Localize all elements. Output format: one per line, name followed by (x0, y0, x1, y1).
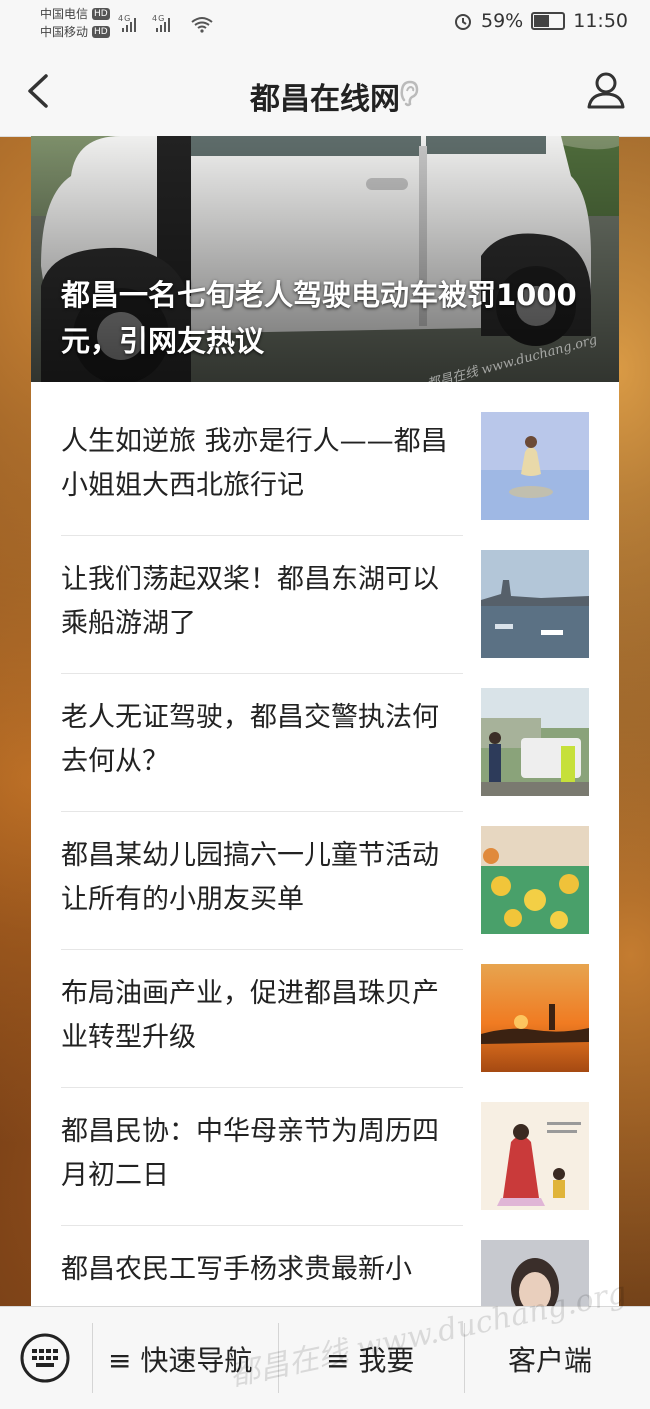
i-want-button[interactable]: ≡ 我要 (326, 1339, 414, 1379)
hd-badge: HD (92, 8, 110, 20)
news-title: 让我们荡起双桨！都昌东湖可以乘船游湖了 (61, 564, 439, 639)
news-thumbnail (481, 412, 589, 520)
news-thumbnail (481, 1102, 589, 1210)
news-item[interactable]: 老人无证驾驶，都昌交警执法何去何从？ (31, 658, 619, 812)
app-header: 都昌在线网 (0, 46, 650, 137)
news-title: 都昌农民工写手杨求贵最新小 (61, 1254, 412, 1285)
news-thumbnail (481, 964, 589, 1072)
carrier-row-1: 中国电信 HD (40, 5, 110, 23)
news-title: 都昌某幼儿园搞六一儿童节活动让所有的小朋友买单 (61, 840, 439, 915)
hero-article[interactable]: 都昌一名七旬老人驾驶电动车被罚1000元，引网友热议 都昌在线 www.duch… (31, 136, 619, 382)
page-title: 都昌在线网 (250, 82, 400, 117)
news-title: 都昌民协：中华母亲节为周历四月初二日 (61, 1116, 439, 1191)
news-list: 人生如逆旅 我亦是行人——都昌小姐姐大西北旅行记 让我们荡起双桨！都昌东湖可以乘… (31, 382, 619, 1306)
quick-nav-button[interactable]: ≡ 快速导航 (108, 1339, 252, 1379)
client-app-label: 客户端 (508, 1344, 593, 1377)
battery-icon (531, 12, 566, 30)
news-title: 人生如逆旅 我亦是行人——都昌小姐姐大西北旅行记 (61, 426, 448, 501)
news-title: 布局油画产业，促进都昌珠贝产业转型升级 (61, 978, 439, 1053)
news-item[interactable]: 人生如逆旅 我亦是行人——都昌小姐姐大西北旅行记 (31, 382, 619, 536)
keyboard-button[interactable] (20, 1333, 70, 1383)
bottom-nav: ≡ 快速导航 ≡ 我要 客户端 都昌在线 www.duchang.org (0, 1275, 650, 1409)
quick-nav-label: ≡ 快速导航 (108, 1344, 253, 1377)
battery-fill (534, 15, 550, 27)
carriers: 中国电信 HD 中国移动 HD (40, 5, 110, 41)
wifi-icon (191, 17, 213, 29)
news-thumbnail (481, 688, 589, 796)
news-item[interactable]: 都昌某幼儿园搞六一儿童节活动让所有的小朋友买单 (31, 796, 619, 950)
battery-percent: 59% (481, 10, 524, 32)
ear-icon[interactable] (398, 78, 420, 108)
svg-text:4G: 4G (118, 14, 131, 23)
svg-text:4G: 4G (152, 14, 165, 23)
news-item[interactable]: 布局油画产业，促进都昌珠贝产业转型升级 (31, 934, 619, 1088)
hero-title: 都昌一名七旬老人驾驶电动车被罚1000元，引网友热议 (61, 278, 577, 358)
hd-badge: HD (92, 26, 110, 38)
user-button[interactable] (586, 70, 626, 110)
content-card: 都昌一名七旬老人驾驶电动车被罚1000元，引网友热议 都昌在线 www.duch… (31, 136, 619, 1306)
signal-icon: 4G 4G (118, 12, 218, 38)
news-item[interactable]: 让我们荡起双桨！都昌东湖可以乘船游湖了 (31, 520, 619, 674)
i-want-label: ≡ 我要 (326, 1344, 415, 1377)
keyboard-icon (20, 1333, 70, 1383)
news-item[interactable]: 都昌民协：中华母亲节为周历四月初二日 (31, 1072, 619, 1226)
status-right: 59% 11:50 (453, 10, 628, 32)
news-thumbnail (481, 550, 589, 658)
client-app-button[interactable]: 客户端 (508, 1339, 592, 1379)
news-item[interactable]: 都昌农民工写手杨求贵最新小 (31, 1210, 619, 1306)
alarm-icon (455, 14, 471, 30)
news-title: 老人无证驾驶，都昌交警执法何去何从？ (61, 702, 439, 777)
nav-separator (464, 1323, 465, 1393)
carrier-row-2: 中国移动 HD (40, 23, 110, 41)
news-thumbnail (481, 1240, 589, 1306)
status-bar: 中国电信 HD 中国移动 HD 4G 4G 59% 11:50 (0, 0, 650, 46)
nav-separator (92, 1323, 93, 1393)
carrier-2: 中国移动 (40, 25, 89, 39)
carrier-1: 中国电信 (40, 7, 89, 21)
user-icon (587, 72, 625, 109)
nav-separator (278, 1323, 279, 1393)
news-thumbnail (481, 826, 589, 934)
clock: 11:50 (573, 10, 628, 32)
